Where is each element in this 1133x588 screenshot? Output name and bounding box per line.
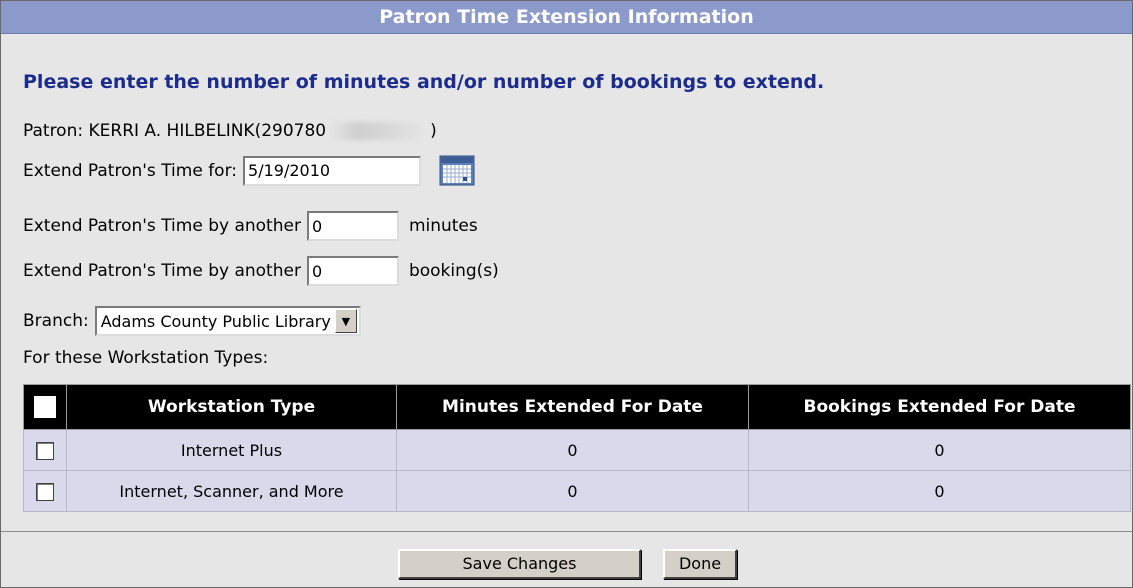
workstation-types-label: For these Workstation Types: [23,348,269,368]
dialog: Patron Time Extension Information Please… [0,0,1133,588]
extend-date-row: Extend Patron's Time for: [23,154,476,187]
patron-info: Patron: KERRI A. HILBELINK(290780 ) [23,121,437,141]
save-changes-button[interactable]: Save Changes [398,549,641,579]
table-row: Internet, Scanner, and More 0 0 [23,470,1131,512]
bookings-unit: booking(s) [408,261,499,281]
bookings-cell: 0 [748,470,1131,512]
select-all-checkbox[interactable] [34,396,56,418]
footer-divider [1,531,1132,532]
dialog-title: Patron Time Extension Information [1,1,1132,34]
select-all-cell [23,384,67,430]
col-bookings-extended: Bookings Extended For Date [748,384,1131,430]
bookings-cell: 0 [748,429,1131,471]
row-checkbox-cell [23,429,67,471]
extend-date-input[interactable] [243,155,422,186]
table-row: Internet Plus 0 0 [23,429,1131,471]
extend-date-label: Extend Patron's Time for: [23,160,238,181]
minutes-cell: 0 [396,470,749,512]
row-checkbox[interactable] [36,441,54,460]
redacted-barcode [328,122,429,140]
chevron-down-icon[interactable]: ▼ [334,309,357,333]
col-workstation-type: Workstation Type [66,384,397,430]
workstation-table: Workstation Type Minutes Extended For Da… [23,384,1131,512]
extend-bookings-label: Extend Patron's Time by another [23,261,301,281]
extend-minutes-input[interactable] [306,211,399,241]
patron-suffix: ) [430,121,437,141]
calendar-icon[interactable] [439,154,476,187]
workstation-type-cell: Internet Plus [66,429,397,471]
row-checkbox-cell [23,470,67,512]
table-header-row: Workstation Type Minutes Extended For Da… [23,384,1131,430]
minutes-cell: 0 [396,429,749,471]
branch-select[interactable]: Adams County Public Library ▼ [94,306,361,336]
row-checkbox[interactable] [36,482,54,501]
done-button[interactable]: Done [663,549,737,579]
extend-minutes-label: Extend Patron's Time by another [23,216,301,236]
minutes-unit: minutes [408,216,478,236]
patron-label: Patron: KERRI A. HILBELINK(290780 [23,121,327,141]
extend-bookings-row: Extend Patron's Time by another booking(… [23,256,499,286]
instruction-text: Please enter the number of minutes and/o… [23,71,825,93]
extend-bookings-input[interactable] [306,256,399,286]
col-minutes-extended: Minutes Extended For Date [396,384,749,430]
workstation-type-cell: Internet, Scanner, and More [66,470,397,512]
extend-minutes-row: Extend Patron's Time by another minutes [23,211,478,241]
branch-label: Branch: [23,311,89,331]
branch-selected-value: Adams County Public Library [100,311,331,331]
branch-row: Branch: Adams County Public Library ▼ [23,306,361,336]
